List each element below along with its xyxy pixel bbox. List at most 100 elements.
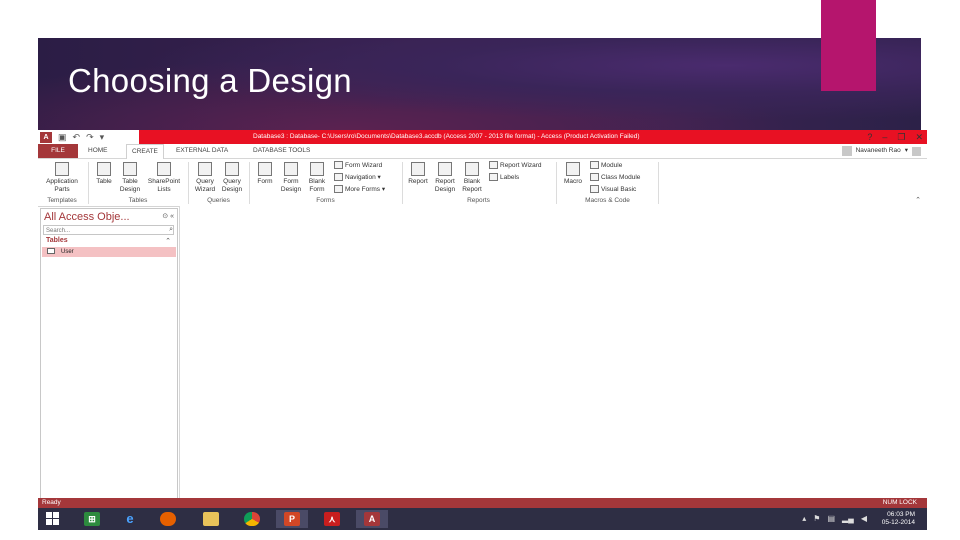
blank-form-button[interactable]: Blank Form: [305, 162, 329, 194]
list-item[interactable]: User: [42, 247, 176, 257]
tab-create[interactable]: CREATE: [126, 144, 164, 159]
report-wizard-label: Report Wizard: [500, 162, 542, 169]
form-wizard-icon: [334, 161, 343, 170]
blank-report-label: Blank: [463, 178, 481, 185]
taskbar-explorer[interactable]: [195, 510, 227, 528]
chevron-up-icon[interactable]: ⌃: [165, 237, 171, 245]
more-forms-button[interactable]: More Forms ▾: [334, 185, 385, 195]
tab-file[interactable]: FILE: [38, 144, 78, 158]
table-button[interactable]: Table: [92, 162, 116, 186]
tab-external-data[interactable]: EXTERNAL DATA: [176, 144, 228, 158]
undo-icon[interactable]: ↶: [73, 131, 81, 143]
class-module-label: Class Module: [601, 174, 641, 181]
sharepoint-lists-icon: [157, 162, 171, 176]
taskbar-powerpoint[interactable]: P: [276, 510, 308, 528]
tab-home[interactable]: HOME: [88, 144, 108, 158]
chrome-icon: [244, 512, 260, 526]
report-wizard-button[interactable]: Report Wizard: [489, 161, 542, 171]
taskbar-store[interactable]: ⊞: [76, 510, 108, 528]
class-module-button[interactable]: Class Module: [590, 173, 640, 183]
flag-icon[interactable]: ⚑: [813, 514, 820, 523]
blank-form-label: Blank: [308, 178, 326, 185]
group-separator: [249, 162, 250, 204]
user-name: Navaneeth Rao: [855, 147, 901, 154]
search-input[interactable]: Search...: [43, 225, 174, 235]
folder-icon: [203, 512, 219, 526]
macro-button[interactable]: Macro: [560, 162, 586, 186]
redo-icon[interactable]: ↷: [86, 131, 94, 143]
module-button[interactable]: Module: [590, 161, 622, 171]
chevron-down-icon[interactable]: ⊙: [162, 213, 168, 220]
customize-qat-icon[interactable]: ▾: [100, 131, 105, 143]
taskbar-access[interactable]: A: [356, 510, 388, 528]
nav-group-tables[interactable]: Tables: [46, 237, 68, 244]
application-parts-button[interactable]: Application Parts: [41, 162, 83, 194]
taskbar-ie[interactable]: e: [114, 510, 146, 528]
powerpoint-icon: P: [284, 512, 300, 526]
clock[interactable]: 06:03 PM 05-12-2014: [882, 511, 915, 527]
report-design-button[interactable]: Report Design: [432, 162, 458, 194]
workspace: [179, 206, 927, 498]
table-label: Table: [96, 178, 112, 185]
form-label: Form: [257, 178, 273, 185]
access-icon: A: [364, 512, 380, 526]
form-wizard-button[interactable]: Form Wizard: [334, 161, 382, 171]
signal-icon[interactable]: ▂▄: [842, 514, 854, 523]
navigation-button[interactable]: Navigation ▾: [334, 173, 381, 183]
close-button[interactable]: ✕: [915, 130, 923, 144]
visual-basic-label: Visual Basic: [601, 186, 637, 193]
restore-button[interactable]: ❐: [897, 130, 905, 144]
form-design-button[interactable]: Form Design: [279, 162, 303, 194]
taskbar-chrome[interactable]: [236, 510, 268, 528]
module-icon: [590, 161, 599, 170]
sharepoint-lists-button[interactable]: SharePoint Lists: [144, 162, 184, 194]
collapse-ribbon-icon[interactable]: ⌃: [915, 196, 921, 204]
search-icon[interactable]: ⌕: [169, 226, 173, 234]
volume-icon[interactable]: ◀: [861, 514, 867, 523]
form-icon: [258, 162, 272, 176]
form-wizard-label: Form Wizard: [345, 162, 383, 169]
table-design-button[interactable]: Table Design: [118, 162, 142, 194]
collapse-pane-icon[interactable]: «: [170, 213, 174, 220]
class-module-icon: [590, 173, 599, 182]
taskbar-firefox[interactable]: [152, 510, 184, 528]
network-icon[interactable]: ▤: [827, 514, 835, 523]
labels-button[interactable]: Labels: [489, 173, 519, 183]
form-design-label: Form: [283, 178, 299, 185]
nav-pane-title[interactable]: All Access Obje...: [44, 211, 130, 223]
help-icon[interactable]: ?: [867, 130, 872, 144]
quick-access-toolbar: A ▣ ↶ ↷ ▾: [40, 131, 104, 143]
window-title: Database3 : Database- C:\Users\ro\Docume…: [253, 133, 640, 140]
query-design-button[interactable]: Query Design: [219, 162, 245, 194]
form-button[interactable]: Form: [253, 162, 277, 186]
query-design-icon: [225, 162, 239, 176]
report-button[interactable]: Report: [406, 162, 430, 186]
group-label-templates: Templates: [47, 197, 77, 204]
group-label-macros: Macros & Code: [585, 197, 630, 204]
tab-database-tools[interactable]: DATABASE TOOLS: [253, 144, 310, 158]
num-lock-indicator: NUM LOCK: [882, 499, 917, 506]
group-label-reports: Reports: [467, 197, 490, 204]
table-design-label-2: Design: [119, 186, 141, 193]
taskbar-acrobat[interactable]: ⋏: [316, 510, 348, 528]
minimize-button[interactable]: –: [882, 130, 887, 144]
access-window: A ▣ ↶ ↷ ▾ Database3 : Database- C:\Users…: [38, 130, 927, 530]
visual-basic-button[interactable]: Visual Basic: [590, 185, 636, 195]
save-icon[interactable]: ▣: [58, 131, 67, 143]
windows-taskbar: ⊞ e P ⋏ A ▴ ⚑ ▤ ▂▄ ◀ 06:03 PM 05-12-2014: [38, 508, 927, 530]
group-label-forms: Forms: [316, 197, 335, 204]
sharepoint-lists-label-2: Lists: [157, 186, 171, 193]
query-wizard-button[interactable]: Query Wizard: [192, 162, 218, 194]
application-parts-label: Application: [46, 178, 78, 185]
show-hidden-icons-icon[interactable]: ▴: [802, 514, 806, 523]
group-label-tables: Tables: [128, 197, 148, 204]
labels-label: Labels: [500, 174, 520, 181]
blank-report-button[interactable]: Blank Report: [459, 162, 485, 194]
report-design-label: Report: [435, 178, 455, 185]
system-tray: ▴ ⚑ ▤ ▂▄ ◀: [802, 514, 867, 523]
table-icon: [97, 162, 111, 176]
report-icon: [411, 162, 425, 176]
start-button[interactable]: [46, 512, 60, 526]
user-account[interactable]: Navaneeth Rao ▾: [841, 145, 921, 157]
slide-title: Choosing a Design: [68, 62, 352, 99]
